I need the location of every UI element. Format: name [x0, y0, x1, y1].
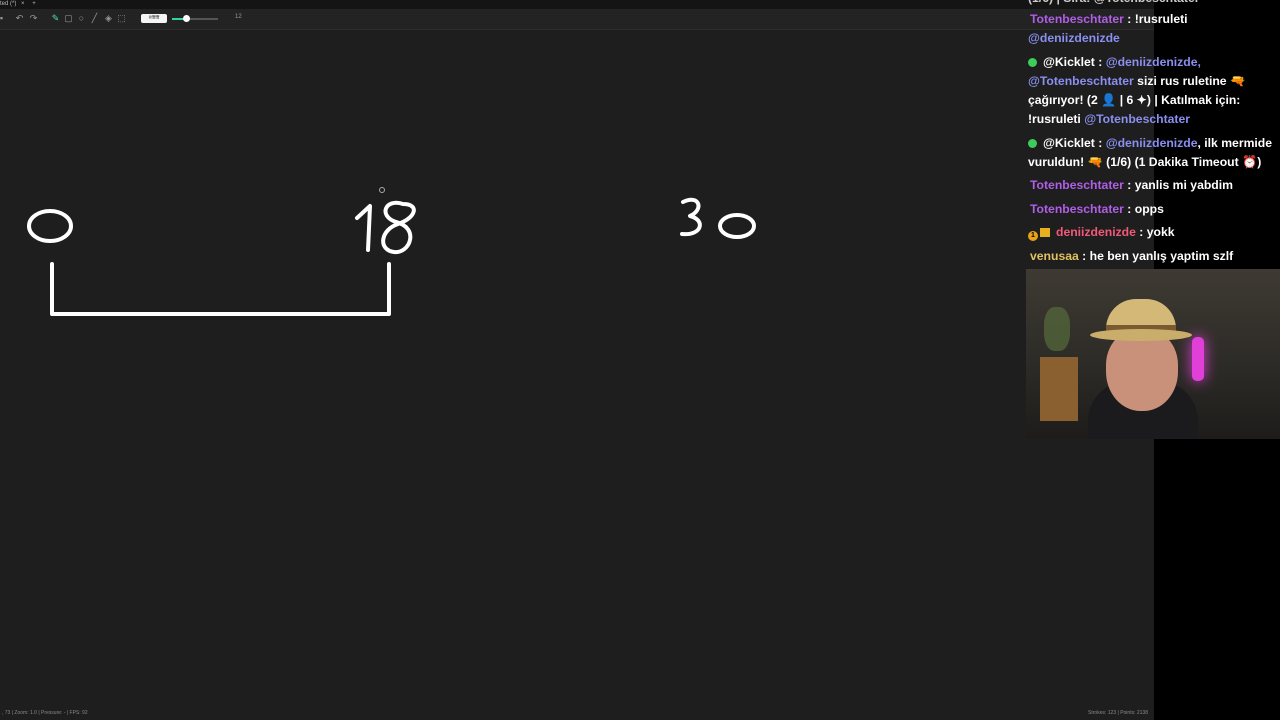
drawing-canvas[interactable]: 0 18 30 [0, 30, 1154, 706]
chat-username: venusaa [1030, 249, 1079, 263]
close-icon[interactable]: × [21, 1, 25, 7]
chat-mention: @Totenbeschtater [1028, 74, 1134, 88]
canvas-svg[interactable] [0, 30, 1154, 706]
status-right: Strokes: 123 | Points: 2138 [1088, 710, 1148, 716]
chat-overlay: (1/6) | Sıra: @Totenbeschtater Totenbesc… [1024, 0, 1280, 270]
chat-message: @Kicklet : @deniizdenizde, [1028, 53, 1201, 72]
chat-message: Totenbeschtater : !rusruleti [1030, 10, 1188, 29]
webcam-person-face [1106, 329, 1178, 411]
chat-message: Totenbeschtater : yanlis mi yabdim [1030, 176, 1233, 195]
status-left: , 73 | Zoom: 1.0 | Pressure: - | FPS: 92 [2, 710, 88, 716]
webcam-shelf [1040, 357, 1078, 421]
label-18-stroke-2 [381, 200, 416, 255]
chat-message: 1 deniizdenizde : yokk [1028, 223, 1175, 242]
select-icon[interactable]: ⬚ [116, 13, 127, 24]
chat-message-cut: (1/6) | Sıra: @Totenbeschtater [1028, 0, 1200, 8]
tab-title[interactable]: ted (*) × + [0, 0, 36, 9]
new-tab-icon[interactable]: + [32, 1, 36, 7]
chat-line: vuruldun! 🔫 (1/6) (1 Dakika Timeout ⏰) [1028, 155, 1262, 169]
chat-sep: : [1123, 12, 1135, 26]
chat-sep: : [1123, 178, 1135, 192]
chat-message: venusaa : he ben yanlış yaptim szlf [1030, 247, 1233, 266]
crown-badge-icon [1040, 228, 1050, 237]
pen-icon[interactable]: ✎ [50, 13, 61, 24]
chat-mention: @deniizdenizde [1028, 31, 1120, 45]
verified-icon [1028, 58, 1037, 67]
chat-line: çağırıyor! (2 👤 | 6 ✦) | Katılmak için: [1028, 93, 1241, 107]
label-0-stroke [27, 209, 73, 243]
chat-username: @Kicklet [1043, 136, 1095, 150]
chat-text: , ilk mermide [1197, 136, 1273, 150]
status-bar: , 73 | Zoom: 1.0 | Pressure: - | FPS: 92… [0, 706, 1154, 720]
chat-text: !rusruleti [1028, 112, 1085, 126]
webcam-microphone-light [1192, 337, 1204, 381]
chat-text: sizi rus ruletine 🔫 [1133, 74, 1246, 88]
chat-line: @Totenbeschtater sizi rus ruletine 🔫 [1028, 72, 1245, 91]
brush-size-knob[interactable] [182, 15, 190, 22]
tab-title-text: ted (*) [0, 1, 17, 7]
label-30-stroke-3 [680, 197, 702, 237]
chat-username: deniizdenizde [1056, 225, 1136, 239]
color-picker[interactable]: #ffffff [141, 14, 167, 23]
label-30-stroke-0 [718, 213, 756, 239]
chat-text: yokk [1146, 225, 1175, 239]
chat-text: he ben yanlış yaptim szlf [1089, 249, 1234, 263]
circle-icon[interactable]: ○ [76, 13, 87, 24]
chat-message: @Kicklet : @deniizdenizde, ilk mermide [1028, 134, 1272, 153]
chat-mention: @deniizdenizde [1105, 136, 1198, 150]
undo-icon[interactable]: ↶ [14, 13, 25, 24]
toolbar: ▪ ↶ ↷ ✎ ▢ ○ ╱ ◈ ⬚ #ffffff 12 [0, 9, 1154, 30]
chat-text: yanlis mi yabdim [1134, 178, 1233, 192]
webcam-hat-brim [1090, 329, 1192, 341]
chat-username: @Kicklet [1043, 55, 1095, 69]
line-icon[interactable]: ╱ [89, 13, 100, 24]
brush-size-slider[interactable] [172, 15, 218, 22]
sub-badge-icon: 1 [1028, 231, 1038, 241]
chat-mention: @deniizdenizde, [1105, 55, 1201, 69]
chat-mention: @Totenbeschtater [1084, 112, 1191, 126]
webcam-plant [1044, 307, 1070, 351]
chat-line: !rusruleti @Totenbeschtater [1028, 110, 1190, 129]
chat-sep: : [1123, 202, 1135, 216]
chat-username: Totenbeschtater [1030, 178, 1124, 192]
webcam-feed [1026, 269, 1280, 439]
chat-sep: : [1078, 249, 1090, 263]
fill-icon[interactable]: ◈ [103, 13, 114, 24]
bracket-stroke [50, 262, 391, 316]
chat-sep: : [1094, 136, 1106, 150]
chat-text: opps [1134, 202, 1164, 216]
chat-sep: : [1094, 55, 1106, 69]
chat-username: Totenbeschtater [1030, 202, 1124, 216]
rect-icon[interactable]: ▢ [63, 13, 74, 24]
chat-username: Totenbeschtater [1030, 12, 1124, 26]
tab-bar: ted (*) × + [0, 0, 1154, 9]
chat-sep: : [1135, 225, 1147, 239]
cursor-icon [379, 187, 385, 193]
brush-size-value: 12 [235, 14, 242, 20]
chat-message: Totenbeschtater : opps [1030, 200, 1164, 219]
chat-text: !rusruleti [1134, 12, 1188, 26]
label-18-stroke-1 [355, 204, 372, 252]
strokes [27, 197, 756, 316]
menu-icon[interactable]: ▪ [0, 13, 7, 24]
redo-icon[interactable]: ↷ [28, 13, 39, 24]
verified-icon [1028, 139, 1037, 148]
